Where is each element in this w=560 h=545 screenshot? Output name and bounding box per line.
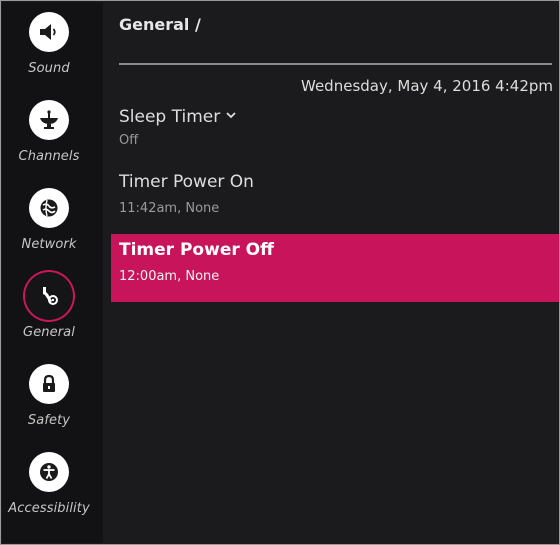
sidebar-item-label: General xyxy=(23,325,75,340)
accessibility-icon xyxy=(29,452,69,492)
setting-title: Sleep Timer xyxy=(119,104,236,127)
setting-sleep-timer[interactable]: Sleep Timer Off xyxy=(111,98,559,166)
speaker-icon xyxy=(29,12,69,52)
sidebar-item-label: Sound xyxy=(28,61,70,76)
setting-value: 11:42am, None xyxy=(119,201,220,216)
tv-settings-screen: Sound Channels Network General Safety Ac… xyxy=(0,0,560,545)
settings-sidebar: Sound Channels Network General Safety Ac… xyxy=(2,2,103,543)
sidebar-item-network[interactable]: Network xyxy=(2,178,103,266)
setting-title: Timer Power Off xyxy=(119,240,274,260)
sidebar-item-label: Network xyxy=(21,237,77,252)
setting-value: Off xyxy=(119,133,139,148)
setting-value: 12:00am, None xyxy=(119,269,220,284)
date-time: Wednesday, May 4, 2016 4:42pm xyxy=(301,77,553,95)
setting-timer-power-on[interactable]: Timer Power On 11:42am, None xyxy=(111,166,559,234)
breadcrumb: General / xyxy=(119,15,201,34)
divider xyxy=(119,63,552,65)
tools-icon xyxy=(25,272,73,320)
sidebar-item-label: Accessibility xyxy=(8,501,90,516)
chevron-down-icon xyxy=(226,104,236,124)
settings-panel: General / Wednesday, May 4, 2016 4:42pm … xyxy=(103,2,559,543)
sidebar-item-label: Channels xyxy=(18,149,80,164)
sidebar-item-accessibility[interactable]: Accessibility xyxy=(2,442,103,530)
setting-title-text: Sleep Timer xyxy=(119,107,221,127)
globe-icon xyxy=(29,188,69,228)
sidebar-item-channels[interactable]: Channels xyxy=(2,90,103,178)
sidebar-item-safety[interactable]: Safety xyxy=(2,354,103,442)
sidebar-item-sound[interactable]: Sound xyxy=(2,2,103,90)
setting-title: Timer Power On xyxy=(119,172,254,192)
sidebar-item-label: Safety xyxy=(27,413,71,428)
sidebar-item-general[interactable]: General xyxy=(2,266,103,354)
lock-icon xyxy=(29,364,69,404)
setting-timer-power-off[interactable]: Timer Power Off 12:00am, None xyxy=(111,234,559,302)
antenna-icon xyxy=(29,100,69,140)
